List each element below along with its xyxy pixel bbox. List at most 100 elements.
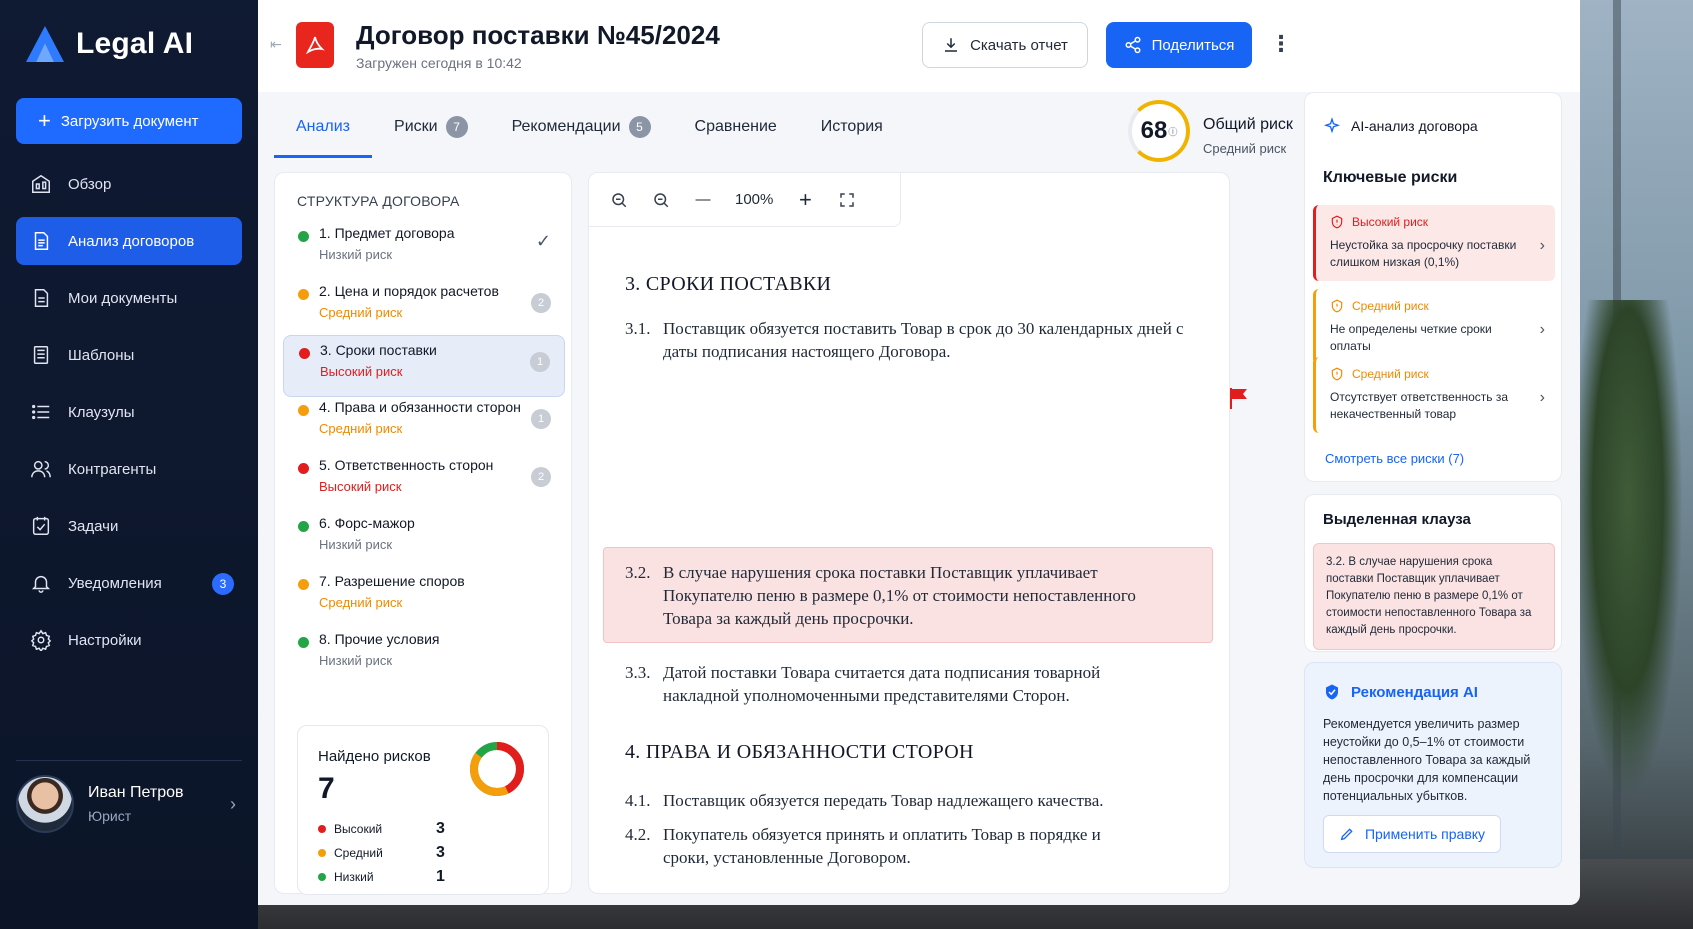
clause-number: 4.1. — [625, 791, 651, 810]
sidebar-item-contract-analysis[interactable]: Анализ договоров — [16, 217, 242, 265]
sidebar-item-my-documents[interactable]: Мои документы — [16, 274, 242, 322]
share-button[interactable]: Поделиться — [1106, 22, 1252, 68]
key-risks-title: Ключевые риски — [1323, 169, 1458, 186]
risk-alert-medium[interactable]: Средний риск Не определены четкие сроки … — [1313, 289, 1555, 365]
structure-item[interactable]: 5. Ответственность сторон Высокий риск 2 — [283, 451, 565, 513]
section-name: 5. Ответственность сторон — [319, 457, 494, 473]
share-icon — [1125, 36, 1141, 54]
shield-check-icon — [1326, 684, 1338, 700]
more-options-icon[interactable]: ⋮ — [1270, 30, 1292, 58]
minus-icon[interactable]: — — [693, 190, 713, 210]
structure-item[interactable]: 1. Предмет договора Низкий риск ✓ — [283, 219, 565, 281]
risk-level-label: Средний риск — [1352, 367, 1429, 381]
section-name: 7. Разрешение споров — [319, 573, 465, 589]
clause-text: Поставщик обязуется передать Товар надле… — [663, 791, 1104, 810]
logo-icon — [26, 26, 64, 62]
risk-dot-low — [298, 637, 309, 648]
user-profile[interactable]: Иван Петров Юрист › — [16, 760, 242, 833]
section-issue-count: 2 — [531, 293, 551, 313]
risk-level: Средний риск — [1330, 367, 1527, 381]
clause-4-2[interactable]: 4.2. Покупатель обязуется принять и опла… — [625, 823, 1205, 869]
risk-dot-medium — [298, 289, 309, 300]
dashboard-icon — [32, 174, 50, 193]
tab-risks[interactable]: Риски 7 — [372, 96, 490, 158]
info-icon: ⓘ — [1168, 126, 1178, 137]
zoom-out-icon[interactable] — [651, 190, 671, 210]
sidebar-item-label: Обзор — [68, 175, 112, 193]
structure-item[interactable]: 4. Права и обязанности сторон Средний ри… — [283, 393, 565, 455]
ai-recommendation-card: Рекомендация AI Рекомендуется увеличить … — [1304, 662, 1562, 868]
tab-label: История — [820, 118, 883, 135]
risk-alert-medium[interactable]: Средний риск Отсутствует ответственность… — [1313, 357, 1555, 433]
risks-found-card: Найдено рисков 7 Высокий 3 Средний 3 Низ… — [297, 725, 549, 895]
see-all-risks-link[interactable]: Смотреть все риски (7) — [1325, 451, 1464, 466]
risk-dot-high — [298, 463, 309, 474]
clause-number: 3.2. — [625, 563, 651, 582]
section-name: 4. Права и обязанности сторон — [319, 399, 521, 415]
clause-3-3[interactable]: 3.3. Датой поставки Товара считается дат… — [625, 661, 1205, 707]
background-plant — [1573, 300, 1683, 800]
shield-alert-icon — [1331, 215, 1343, 229]
sidebar-item-templates[interactable]: Шаблоны — [16, 331, 242, 379]
brand[interactable]: Legal AI — [24, 24, 193, 64]
contract-structure-panel: СТРУКТУРА ДОГОВОРА 1. Предмет договора Н… — [274, 172, 572, 895]
clause-number: 3.1. — [625, 319, 651, 338]
section-name: 3. Сроки поставки — [320, 342, 437, 358]
tab-analysis[interactable]: Анализ — [274, 96, 373, 158]
flag-icon[interactable] — [1228, 386, 1250, 410]
structure-item-selected[interactable]: 3. Сроки поставки Высокий риск 1 — [283, 335, 565, 397]
clause-text: В случае нарушения срока поставки Постав… — [663, 563, 1136, 628]
risk-dot-low — [318, 873, 326, 881]
ai-analysis-title: AI-анализ договора — [1351, 118, 1478, 134]
risk-level-label: Высокий риск — [1352, 215, 1429, 229]
apply-edit-button[interactable]: Применить правку — [1323, 815, 1501, 853]
clause-3-2[interactable]: 3.2. В случае нарушения срока поставки П… — [625, 561, 1205, 631]
tab-comparison[interactable]: Сравнение — [673, 96, 799, 158]
risk-count-value: 1 — [436, 868, 445, 885]
chevron-right-icon: › — [1539, 388, 1545, 406]
section-risk: Низкий риск — [319, 247, 393, 262]
plus-icon[interactable]: + — [795, 187, 815, 212]
structure-item[interactable]: 6. Форс-мажор Низкий риск — [283, 509, 565, 571]
upload-label: Загрузить документ — [60, 112, 199, 130]
download-report-button[interactable]: Скачать отчет — [922, 22, 1088, 68]
ai-analysis-panel: AI-анализ договора Ключевые риски Высоки… — [1304, 92, 1562, 482]
risk-dot-high — [299, 348, 310, 359]
risks-found-title: Найдено рисков — [318, 748, 431, 765]
structure-item[interactable]: 8. Прочие условия Низкий риск — [283, 625, 565, 687]
clause-text: Покупатель обязуется принять и оплатить … — [663, 825, 1101, 867]
tab-count-badge: 7 — [445, 116, 468, 138]
sidebar-item-counterparties[interactable]: Контрагенты — [16, 445, 242, 493]
recommendation-text: Рекомендуется увеличить размер неустойки… — [1323, 717, 1531, 803]
sidebar-item-settings[interactable]: Настройки — [16, 616, 242, 664]
section-risk: Средний риск — [319, 421, 403, 436]
chevron-right-icon: › — [230, 793, 236, 814]
clause-4-1[interactable]: 4.1. Поставщик обязуется передать Товар … — [625, 789, 1205, 812]
sidebar-item-tasks[interactable]: Задачи — [16, 502, 242, 550]
document-viewer: 3. СРОКИ ПОСТАВКИ 3.1. Поставщик обязует… — [588, 172, 1230, 894]
clause-text: Поставщик обязуется поставить Товар в ср… — [663, 319, 1184, 361]
structure-item[interactable]: 2. Цена и порядок расчетов Средний риск … — [283, 277, 565, 339]
sidebar-item-clauses[interactable]: Клаузулы — [16, 388, 242, 436]
document-analysis-icon — [34, 232, 49, 250]
section-heading: 3. СРОКИ ПОСТАВКИ — [625, 273, 832, 295]
avatar — [16, 775, 74, 833]
upload-document-button[interactable]: + Загрузить документ — [16, 98, 242, 144]
structure-item[interactable]: 7. Разрешение споров Средний риск — [283, 567, 565, 629]
sidebar-item-overview[interactable]: Обзор — [16, 160, 242, 208]
risk-alert-high[interactable]: Высокий риск Неустойка за просрочку пост… — [1313, 205, 1555, 281]
section-name: 1. Предмет договора — [319, 225, 455, 241]
fullscreen-icon[interactable] — [837, 190, 857, 210]
zoom-in-icon[interactable] — [609, 190, 629, 210]
sparkle-icon — [1323, 117, 1341, 134]
tab-history[interactable]: История — [799, 96, 905, 158]
chevron-right-icon: › — [1539, 236, 1545, 254]
sidebar-item-label: Настройки — [68, 631, 142, 649]
risk-count-label: Высокий — [334, 822, 383, 836]
tab-recommendations[interactable]: Рекомендации 5 — [490, 96, 673, 158]
collapse-sidebar-icon[interactable]: ⇤ — [270, 36, 282, 53]
sidebar-item-notifications[interactable]: Уведомления 3 — [16, 559, 242, 607]
risk-count-label: Средний — [334, 846, 383, 860]
app-window: ⇤ Договор поставки №45/2024 Загружен сег… — [258, 0, 1580, 905]
clause-3-1[interactable]: 3.1. Поставщик обязуется поставить Товар… — [625, 317, 1205, 363]
